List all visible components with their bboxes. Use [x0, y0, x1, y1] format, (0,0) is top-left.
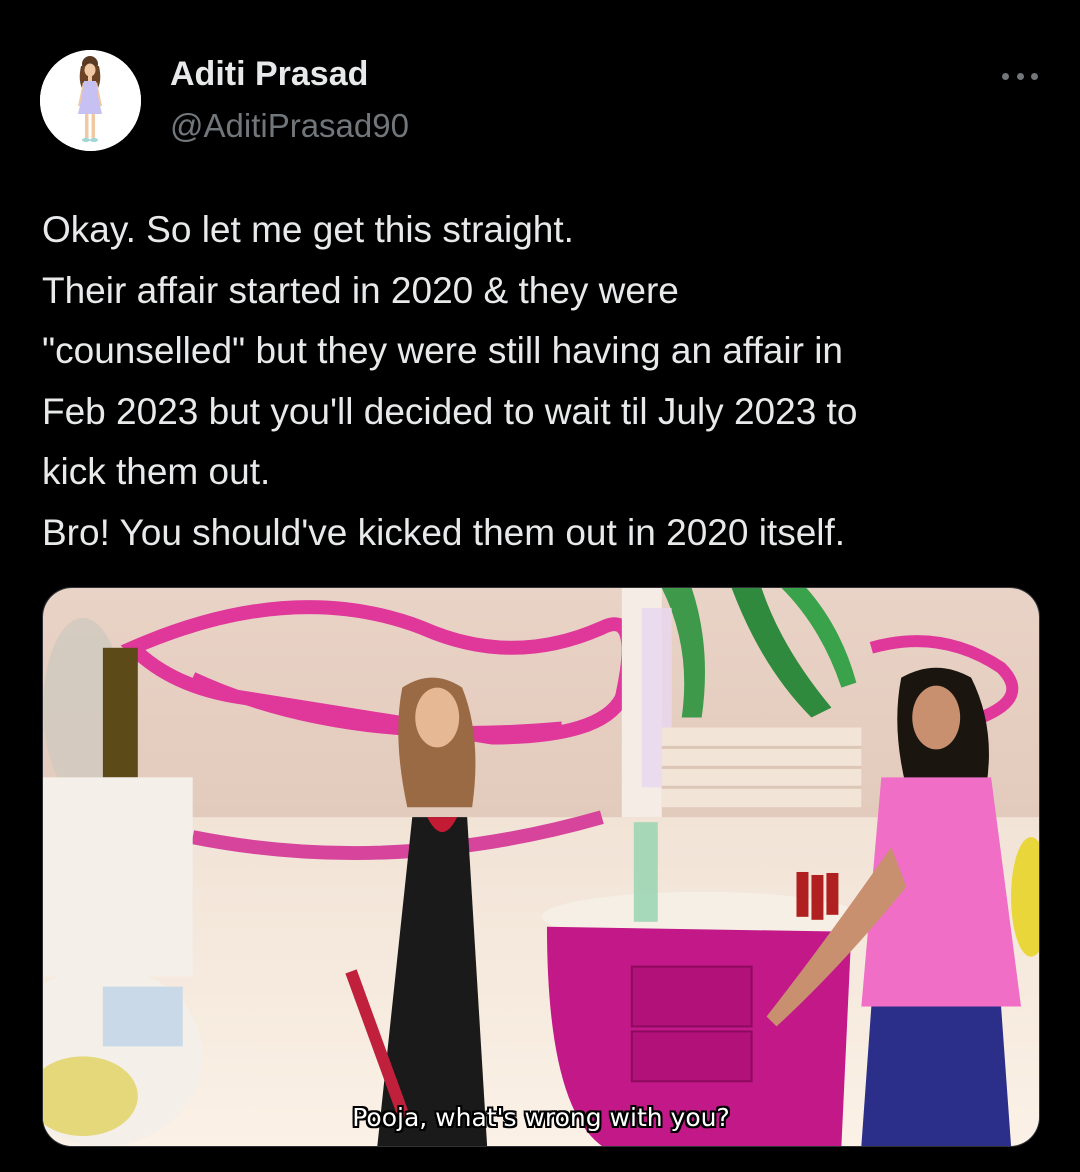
tweet: Aditi Prasad @AditiPrasad90 Okay. So let…: [0, 0, 1080, 1172]
ellipsis-dot: [1016, 72, 1024, 80]
cartoon-girl-avatar-icon: [40, 50, 141, 151]
more-options-button[interactable]: [996, 62, 1044, 90]
tweet-text-line: Bro! You should've kicked them out in 20…: [42, 511, 846, 553]
author-name[interactable]: Aditi Prasad: [170, 54, 368, 94]
ellipsis-dot: [1031, 72, 1038, 80]
tweet-text: Okay. So let me get this straight. Their…: [42, 200, 1042, 563]
video-subtitle: Pooja, what's wrong with you?: [352, 1103, 730, 1132]
tweet-text-line: Okay. So let me get this straight.: [42, 209, 574, 250]
tweet-text-line: Their affair started in 2020 & they were: [42, 269, 679, 311]
video-still-scene: [43, 588, 1039, 1146]
tweet-text-line: kick them out.: [42, 451, 271, 492]
ellipsis-icon: [1002, 72, 1009, 80]
author-avatar[interactable]: [40, 50, 141, 151]
author-handle[interactable]: @AditiPrasad90: [170, 106, 409, 146]
tweet-text-line: Feb 2023 but you'll decided to wait til …: [42, 390, 858, 432]
tweet-media-image[interactable]: Pooja, what's wrong with you?: [42, 587, 1040, 1147]
tweet-text-line: "counselled" but they were still having …: [42, 330, 843, 371]
